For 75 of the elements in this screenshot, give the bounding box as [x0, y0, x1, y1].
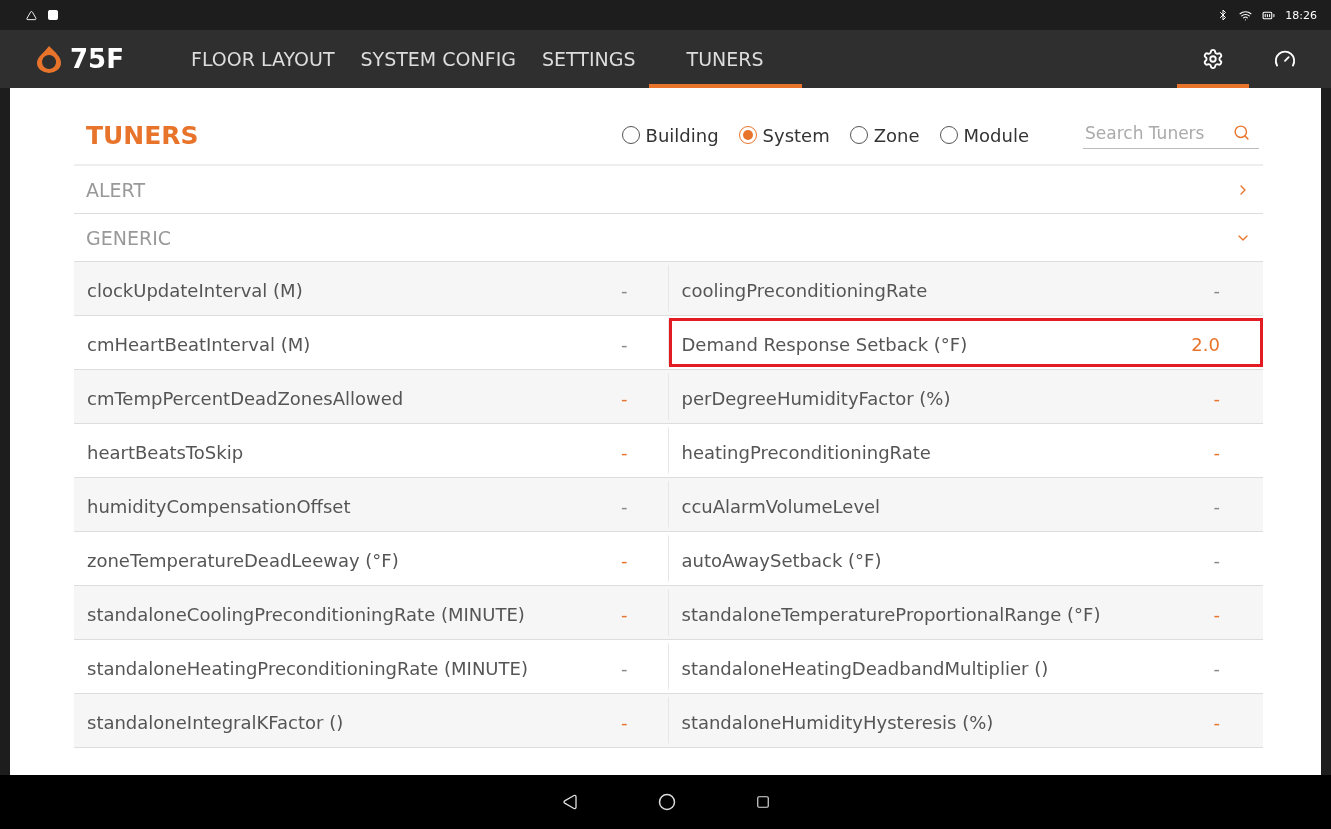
- tuner-name: standaloneHeatingDeadbandMultiplier (): [681, 657, 1050, 681]
- tuner-entry[interactable]: cmTempPercentDeadZonesAllowed -: [74, 372, 669, 421]
- tuner-value: -: [621, 279, 628, 303]
- tuner-value: 2.0: [1191, 333, 1220, 357]
- nav-tab[interactable]: SYSTEM CONFIG: [347, 30, 529, 88]
- tuner-entry[interactable]: heatingPreconditioningRate -: [668, 426, 1263, 475]
- tuner-entry[interactable]: autoAwaySetback (°F) -: [668, 534, 1263, 583]
- tuner-value: -: [621, 441, 628, 465]
- clock-time: 18:26: [1285, 8, 1317, 22]
- tuner-entry[interactable]: cmHeartBeatInterval (M) -: [74, 318, 669, 367]
- recents-icon[interactable]: [755, 795, 770, 809]
- tuner-value: -: [621, 549, 628, 573]
- page-title: TUNERS: [86, 120, 200, 150]
- tuner-name: cmHeartBeatInterval (M): [87, 333, 312, 357]
- brand-name: 75F: [70, 44, 124, 74]
- tuner-entry[interactable]: standaloneTemperatureProportionalRange (°F) -: [668, 588, 1263, 637]
- tuner-value: -: [621, 495, 628, 519]
- tuner-name: clockUpdateInterval (M): [87, 279, 304, 303]
- tuner-name: cmTempPercentDeadZonesAllowed: [87, 387, 405, 411]
- tuner-name: standaloneTemperatureProportionalRange (°F): [681, 603, 1102, 627]
- tuner-name: Demand Response Setback (°F): [681, 333, 969, 357]
- tuner-name: heatingPreconditioningRate: [681, 441, 932, 465]
- settings-icon: [1202, 48, 1224, 70]
- tuner-entry[interactable]: standaloneHeatingPreconditioningRate (MINUTE) -: [74, 642, 669, 691]
- tuner-name: standaloneCoolingPreconditioningRate (MINUTE): [87, 603, 526, 627]
- tuner-entry[interactable]: coolingPreconditioningRate -: [668, 264, 1263, 313]
- tuner-name: ccuAlarmVolumeLevel: [681, 495, 882, 519]
- radio-label[interactable]: Zone: [873, 124, 920, 146]
- tuner-value: -: [1213, 657, 1220, 681]
- nav-tab[interactable]: FLOOR LAYOUT: [177, 30, 348, 88]
- tuner-value: -: [1213, 549, 1220, 573]
- tuner-value: -: [621, 603, 628, 627]
- tuner-entry[interactable]: zoneTemperatureDeadLeeway (°F) -: [74, 534, 669, 583]
- tuner-entry[interactable]: perDegreeHumidityFactor (%) -: [668, 372, 1263, 421]
- search-icon: [1233, 124, 1250, 141]
- tuner-value: -: [1213, 441, 1220, 465]
- tuner-entry[interactable]: heartBeatsToSkip -: [74, 426, 669, 475]
- tuner-entry[interactable]: humidityCompensationOffset -: [74, 480, 669, 529]
- tuner-name: standaloneHumidityHysteresis (%): [681, 711, 995, 735]
- tuner-value: -: [1213, 387, 1220, 411]
- tuner-entry[interactable]: clockUpdateInterval (M) -: [74, 264, 669, 313]
- tuner-name: perDegreeHumidityFactor (%): [681, 387, 952, 411]
- tuner-name: autoAwaySetback (°F): [681, 549, 883, 573]
- nav-tab[interactable]: SETTINGS: [529, 30, 649, 88]
- radio-label[interactable]: System: [762, 124, 830, 146]
- tuner-value: -: [1213, 279, 1220, 303]
- tuner-entry[interactable]: standaloneHeatingDeadbandMultiplier () -: [668, 642, 1263, 691]
- tuner-entry[interactable]: standaloneIntegralKFactor () -: [74, 696, 669, 745]
- radio-label[interactable]: Module: [963, 124, 1029, 146]
- tuner-value: -: [1213, 603, 1220, 627]
- tuner-name: standaloneHeatingPreconditioningRate (MINUTE): [87, 657, 529, 681]
- highlighted-tuner[interactable]: Demand Response Setback (°F) 2.0: [668, 318, 1263, 367]
- tuner-value: -: [1213, 495, 1220, 519]
- tuner-entry[interactable]: standaloneHumidityHysteresis (%) -: [668, 696, 1263, 745]
- tuner-name: standaloneIntegralKFactor (): [87, 711, 345, 735]
- tuner-value: -: [1213, 711, 1220, 735]
- tuner-name: heartBeatsToSkip: [87, 441, 245, 465]
- back-icon[interactable]: [561, 794, 578, 810]
- tuner-entry[interactable]: ccuAlarmVolumeLevel -: [668, 480, 1263, 529]
- tuner-name: zoneTemperatureDeadLeeway (°F): [87, 549, 400, 573]
- tuner-value: -: [621, 711, 628, 735]
- tuner-name: coolingPreconditioningRate: [681, 279, 929, 303]
- notification-icon: [26, 9, 37, 21]
- flame-logo-icon: [34, 44, 64, 74]
- radio-label[interactable]: Building: [645, 124, 719, 146]
- wifi-icon: [1239, 8, 1253, 22]
- group-label: GENERIC: [86, 226, 172, 249]
- home-icon[interactable]: [657, 793, 676, 811]
- tuner-entry[interactable]: standaloneCoolingPreconditioningRate (MINUTE) -: [74, 588, 669, 637]
- tuner-name: humidityCompensationOffset: [87, 495, 352, 519]
- tuner-value: -: [621, 657, 628, 681]
- tuner-value: -: [621, 387, 628, 411]
- tuner-value: -: [621, 333, 628, 357]
- notification-icon: [47, 9, 59, 21]
- group-label: ALERT: [86, 178, 145, 201]
